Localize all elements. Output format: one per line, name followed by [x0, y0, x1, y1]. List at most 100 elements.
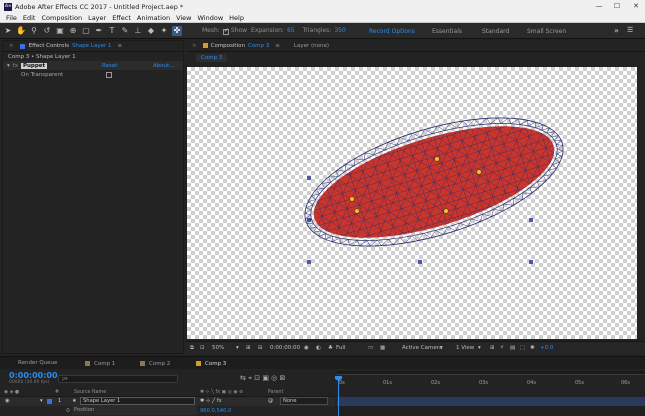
region-of-interest-icon[interactable]: ▭: [368, 345, 373, 351]
camera-chevron-down-icon[interactable]: ▾: [440, 345, 443, 351]
pan-behind-tool-icon[interactable]: ⊕: [68, 26, 78, 36]
workspace-essentials[interactable]: Essentials: [432, 28, 462, 35]
on-transparent-checkbox[interactable]: [106, 72, 112, 78]
shape-tool-icon[interactable]: ▢: [81, 26, 91, 36]
roto-brush-tool-icon[interactable]: ✦: [159, 26, 169, 36]
work-area-bar[interactable]: [337, 371, 645, 375]
about-link[interactable]: About...: [153, 63, 175, 69]
layer-expand-icon[interactable]: ▾: [40, 398, 43, 404]
composition-tab-name[interactable]: Comp 3: [248, 43, 269, 49]
current-time-indicator[interactable]: [338, 376, 339, 416]
panel-close-icon[interactable]: ×: [9, 43, 14, 49]
pin-3[interactable]: [349, 196, 355, 202]
parent-dropdown[interactable]: None: [280, 397, 328, 405]
comp-panel-menu-icon[interactable]: ≡: [275, 43, 280, 49]
camera-tool-icon[interactable]: ▣: [55, 26, 65, 36]
pin-2[interactable]: [476, 169, 482, 175]
comp-panel-close-icon[interactable]: ×: [192, 43, 197, 49]
panel-menu-icon[interactable]: ≡: [118, 43, 123, 49]
stopwatch-icon[interactable]: ⏱: [66, 408, 70, 415]
menu-effect[interactable]: Effect: [112, 14, 131, 22]
expansion-value[interactable]: 65: [287, 27, 295, 34]
zoom-dropdown[interactable]: 50%: [212, 345, 224, 351]
layer-label-color[interactable]: [47, 399, 52, 404]
zoom-chevron-down-icon[interactable]: ▾: [236, 345, 239, 351]
tab-comp-3[interactable]: Comp 3: [196, 360, 226, 367]
time-ruler[interactable]: 0s 01s 02s 03s 04s 05s 06s: [337, 371, 645, 389]
more-workspaces-icon[interactable]: »: [614, 26, 619, 35]
layout-chevron-down-icon[interactable]: ▾: [478, 345, 481, 351]
camera-dropdown[interactable]: Active Camera: [402, 345, 442, 351]
tab-comp-1[interactable]: Comp 1: [85, 360, 115, 367]
safe-zones-icon[interactable]: ⊞: [246, 345, 251, 351]
mask-visibility-icon[interactable]: ⊟: [258, 345, 263, 351]
snapshot-camera-icon[interactable]: ◉: [304, 345, 309, 351]
show-snapshot-icon[interactable]: ◐: [316, 345, 321, 351]
triangles-value[interactable]: 350: [334, 27, 345, 34]
hand-tool-icon[interactable]: ✋: [16, 26, 26, 36]
transparency-grid-icon[interactable]: ▦: [380, 345, 385, 351]
tab-comp-2[interactable]: Comp 2: [140, 360, 170, 367]
resolution-dropdown[interactable]: Full: [336, 345, 345, 351]
puppet-effect-row[interactable]: ▾ fx Puppet Reset About...: [3, 61, 183, 70]
position-property-row[interactable]: ⏱ Position 960.0,540.0: [0, 406, 335, 416]
puppet-pin-tool-icon[interactable]: ✜: [172, 25, 182, 36]
fast-previews-icon[interactable]: ⚡: [500, 345, 504, 351]
always-preview-icon[interactable]: ⧉: [190, 345, 194, 352]
menu-animation[interactable]: Animation: [137, 14, 170, 22]
reset-link[interactable]: Reset: [102, 63, 117, 69]
show-mesh-checkbox[interactable]: [222, 27, 229, 35]
effect-controls-tab[interactable]: × Effect Controls Shape Layer 1 ≡: [3, 41, 183, 52]
magnify-icon[interactable]: ⊡: [200, 345, 205, 351]
view-layout-dropdown[interactable]: 1 View: [456, 345, 474, 351]
layer-duration-bar[interactable]: [337, 397, 645, 406]
timeline-icon[interactable]: ▤: [510, 345, 515, 351]
exposure-value[interactable]: +0.0: [540, 345, 553, 351]
visibility-eye-icon[interactable]: ◉: [5, 398, 10, 404]
menu-view[interactable]: View: [176, 14, 191, 22]
type-tool-icon[interactable]: T: [107, 26, 117, 36]
clone-stamp-tool-icon[interactable]: ⊥: [133, 26, 143, 36]
layer-name[interactable]: Shape Layer 1: [80, 397, 195, 405]
selection-tool-icon[interactable]: ➤: [3, 26, 13, 36]
eraser-tool-icon[interactable]: ◆: [146, 26, 156, 36]
menu-layer[interactable]: Layer: [88, 14, 106, 22]
menu-help[interactable]: Help: [229, 14, 244, 22]
workspace-standard[interactable]: Standard: [482, 28, 509, 35]
spiral-parent-icon[interactable]: @: [268, 398, 273, 404]
toggle-pixel-aspect-icon[interactable]: ⊞: [490, 345, 495, 351]
reset-exposure-icon[interactable]: ✺: [530, 345, 535, 351]
workspace-menu-icon[interactable]: ☰: [627, 26, 633, 34]
menu-composition[interactable]: Composition: [41, 14, 82, 22]
pin-5[interactable]: [443, 208, 449, 214]
composition-viewer[interactable]: [187, 67, 637, 339]
channel-rgb-icon[interactable]: ♣: [328, 345, 333, 351]
viewer-canvas[interactable]: [187, 67, 637, 339]
layer-switch-icons[interactable]: ✱ ⊹ ╱ fx: [200, 398, 222, 404]
menu-file[interactable]: File: [6, 14, 17, 22]
menu-window[interactable]: Window: [198, 14, 224, 22]
expand-triangle-icon[interactable]: ▾: [7, 63, 10, 69]
timeline-switches-icons[interactable]: ⇆ ⌖ ⊡ ▣ ◎ ⊠: [240, 374, 285, 383]
layer-tab[interactable]: Layer (none): [294, 43, 329, 49]
minimize-icon[interactable]: —: [590, 0, 608, 13]
maximize-icon[interactable]: ☐: [608, 0, 626, 13]
comp-flowchart-icon[interactable]: ⬚: [520, 345, 525, 351]
close-icon[interactable]: ✕: [627, 0, 645, 13]
menu-edit[interactable]: Edit: [23, 14, 36, 22]
timeline-timecode[interactable]: 0:00:00:00: [9, 371, 58, 380]
workspace-small-screen[interactable]: Small Screen: [527, 28, 566, 35]
brush-tool-icon[interactable]: ✎: [120, 26, 130, 36]
viewer-timecode[interactable]: 0:00:00:00: [270, 345, 300, 351]
record-options-link[interactable]: Record Options: [369, 28, 415, 35]
fx-icon[interactable]: fx: [13, 63, 18, 69]
pin-4[interactable]: [354, 208, 360, 214]
zoom-tool-icon[interactable]: ⚲: [29, 26, 39, 36]
position-value[interactable]: 960.0,540.0: [200, 408, 231, 414]
layer-row[interactable]: ◉ ▾ 1 ★ Shape Layer 1 ✱ ⊹ ╱ fx @ None: [0, 397, 335, 406]
composition-tab-prefix[interactable]: Composition: [211, 43, 245, 49]
rotate-tool-icon[interactable]: ↺: [42, 26, 52, 36]
pen-tool-icon[interactable]: ✒: [94, 26, 104, 36]
tab-render-queue[interactable]: Render Queue: [18, 360, 57, 366]
timeline-search-input[interactable]: ρ▾: [58, 375, 178, 383]
